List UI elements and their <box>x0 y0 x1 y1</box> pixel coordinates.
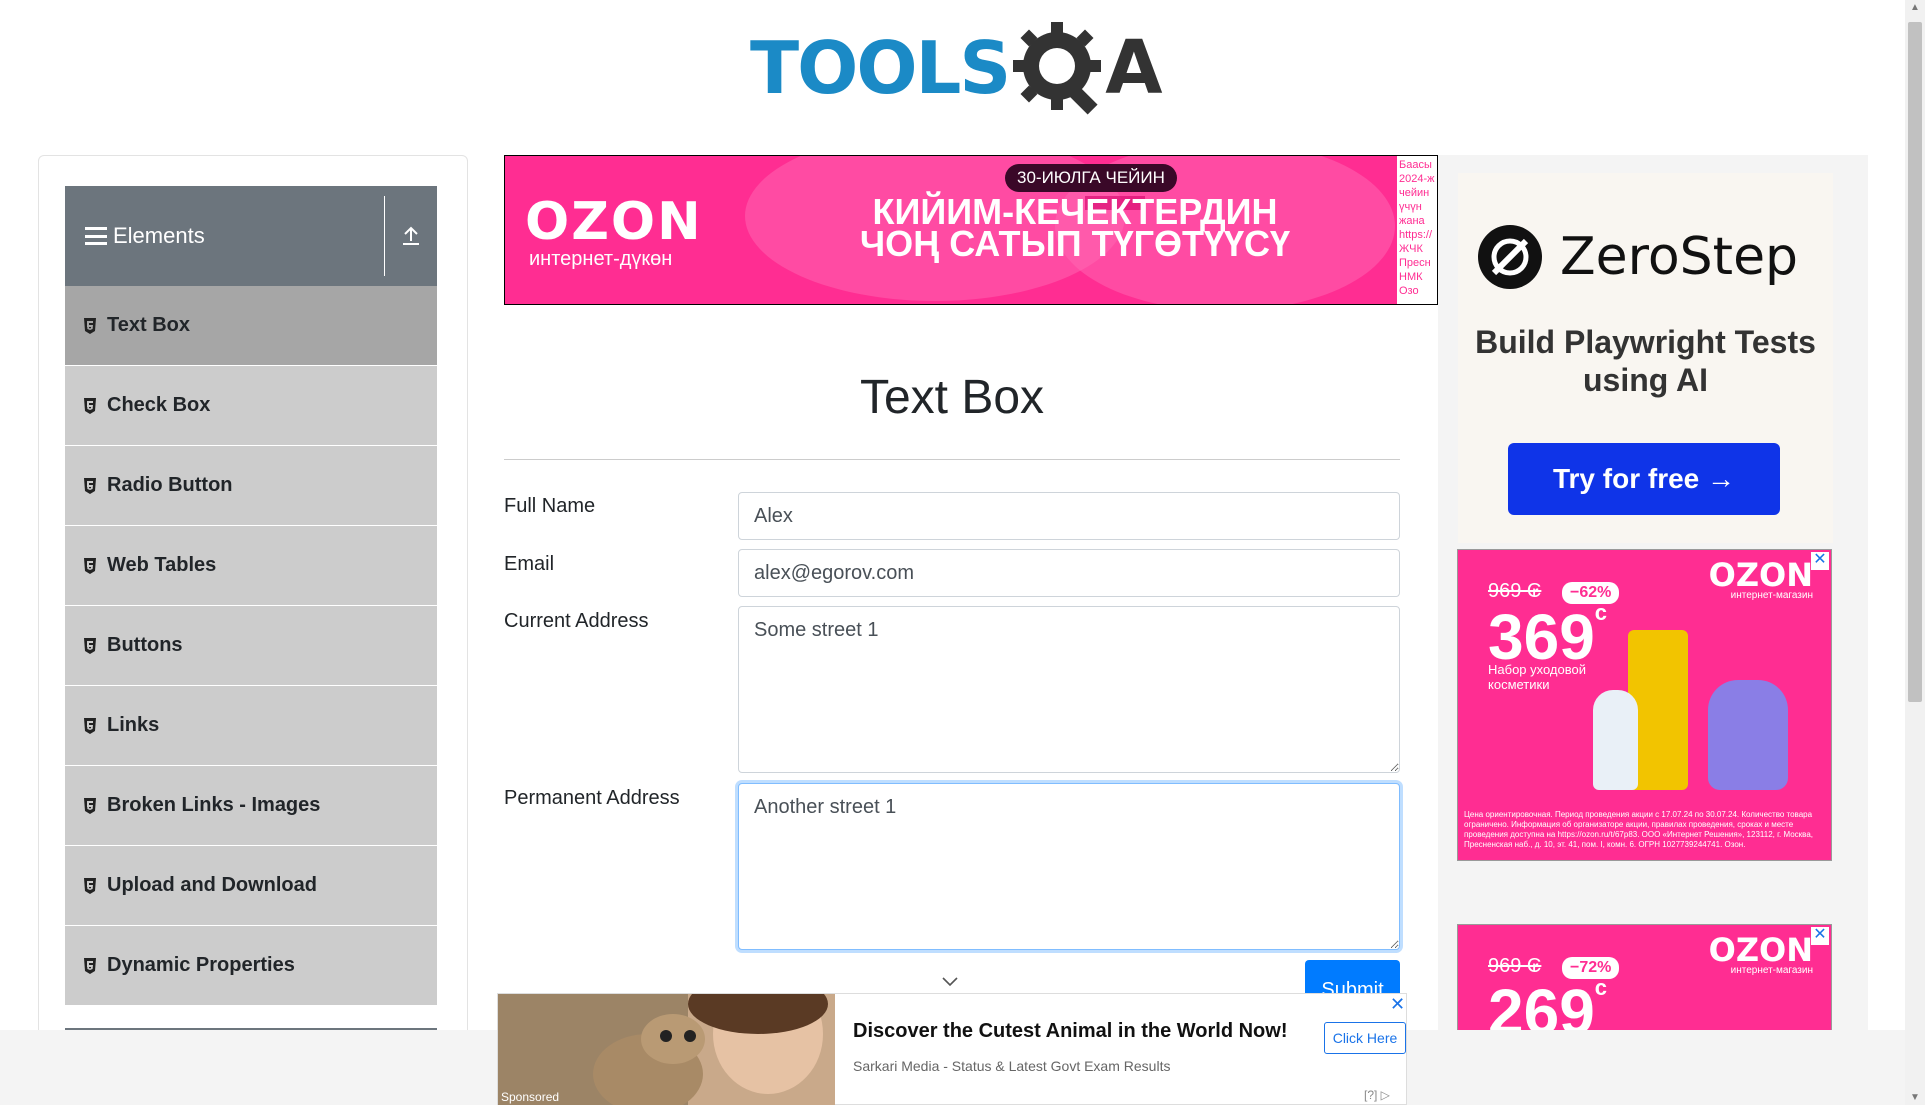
zerostep-name: ZeroStep <box>1560 227 1799 287</box>
html5-icon <box>84 877 96 894</box>
html5-icon <box>84 717 96 734</box>
sidebar-item-label: Buttons <box>107 634 183 656</box>
ad-source: Sarkari Media - Status & Latest Govt Exa… <box>853 1058 1171 1074</box>
ozon-subtitle: интернет-дүкөн <box>529 248 673 270</box>
group-title-label: Elements <box>113 223 205 248</box>
ozon-subtitle: интернет-магазин <box>1730 590 1813 601</box>
current-address-textarea[interactable]: Some street 1 <box>738 606 1400 773</box>
ad-info-icon[interactable]: [?] ▷ <box>1364 1088 1390 1102</box>
html5-icon <box>84 797 96 814</box>
ozon-promo-ad-1[interactable]: 969 ₢ −62% 369c OZON интернет-магазин На… <box>1457 549 1832 861</box>
sidebar-item-upload-and-download[interactable]: Upload and Download <box>65 846 437 926</box>
zerostep-ad[interactable]: ZeroStep Build Playwright Tests using AI… <box>1458 173 1833 543</box>
ozon-logo: OZON <box>1708 556 1813 594</box>
sidebar-item-dynamic-properties[interactable]: Dynamic Properties <box>65 926 437 1006</box>
zerostep-brand: ZeroStep <box>1476 223 1798 291</box>
scroll-up-arrow-icon[interactable]: ▲ <box>1910 2 1920 13</box>
ad-title[interactable]: Discover the Cutest Animal in the World … <box>853 1020 1288 1043</box>
ad-thumbnail[interactable]: Sponsored <box>498 994 835 1105</box>
permanent-address-label: Permanent Address <box>504 787 680 809</box>
hamburger-icon <box>85 227 107 245</box>
sidebar-item-web-tables[interactable]: Web Tables <box>65 526 437 606</box>
ad-headline: КИЙИМ-КЕЧЕКТЕРДИН ЧОҢ САТЫП ТҮГӨТҮҮСҮ <box>859 191 1291 264</box>
html5-icon <box>84 317 96 334</box>
sidebar-item-check-box[interactable]: Check Box <box>65 366 437 446</box>
left-panel: Elements Text Box Check Box Radio Button <box>38 155 468 1105</box>
meerkat-image <box>498 994 835 1105</box>
title-divider <box>504 459 1400 460</box>
html5-icon <box>84 957 96 974</box>
ad-side-text: Баасы 2024-ж чейин үчүн жана https:// ЖЧ… <box>1397 156 1437 304</box>
toolsqa-logo[interactable]: TOOLS A <box>750 18 1163 118</box>
email-label: Email <box>504 553 555 575</box>
promo-fine-print: Цена ориентировочная. Период проведения … <box>1464 810 1814 849</box>
promo-description: Набор уходовой косметики <box>1488 662 1587 692</box>
sidebar-item-label: Dynamic Properties <box>107 954 295 976</box>
page-title: Text Box <box>859 371 1045 424</box>
close-icon[interactable]: ✕ <box>1390 994 1405 1015</box>
collapse-toggle[interactable] <box>384 196 437 276</box>
zerostep-tagline: Build Playwright Tests using AI <box>1475 324 1816 398</box>
sidebar-item-links[interactable]: Links <box>65 686 437 766</box>
upload-arrow-icon <box>403 226 419 245</box>
zerostep-logo-icon <box>1478 225 1542 289</box>
email-input[interactable] <box>738 549 1400 597</box>
ad-close-icon[interactable]: ✕ <box>1811 927 1829 945</box>
html5-icon <box>84 637 96 654</box>
product-bottle-image <box>1708 680 1788 790</box>
sidebar-item-label: Broken Links - Images <box>107 794 321 816</box>
permanent-address-textarea[interactable]: Another street 1 <box>738 783 1400 950</box>
ozon-logo: OZON <box>1708 931 1813 969</box>
full-name-input[interactable] <box>738 492 1400 540</box>
group-title: Elements <box>65 223 384 249</box>
elements-group-header[interactable]: Elements <box>65 186 437 286</box>
ozon-logo: OZON <box>525 192 703 252</box>
gear-q-icon <box>1013 18 1105 118</box>
product-deodorant-image <box>1593 690 1638 790</box>
ad-info-label: [?] <box>1364 1088 1378 1102</box>
ozon-promo-ad-2[interactable]: 969 ₢ −72% 269c OZON интернет-магазин ✕ <box>1457 924 1832 1044</box>
html5-icon <box>84 557 96 574</box>
click-here-button[interactable]: Click Here <box>1324 1022 1406 1054</box>
html5-icon <box>84 397 96 414</box>
promo-currency: c <box>1594 600 1608 625</box>
chevron-down-icon[interactable] <box>940 975 960 989</box>
sidebar-menu: Text Box Check Box Radio Button Web Tabl… <box>65 286 437 1006</box>
sidebar-item-label: Links <box>107 714 160 736</box>
try-for-free-button[interactable]: Try for free → <box>1508 443 1780 515</box>
sidebar-item-buttons[interactable]: Buttons <box>65 606 437 686</box>
sidebar-item-label: Upload and Download <box>107 874 317 896</box>
full-name-label: Full Name <box>504 495 596 517</box>
logo-suffix: A <box>1105 25 1163 111</box>
ad-close-icon[interactable]: ✕ <box>1811 552 1829 570</box>
bottom-sponsored-ad[interactable]: Sponsored Discover the Cutest Animal in … <box>497 993 1407 1105</box>
html5-icon <box>84 477 96 494</box>
sidebar-item-label: Radio Button <box>107 474 233 496</box>
page: TOOLS A ▲ ▼ Elements Text Box Check Box … <box>0 0 1925 1105</box>
logo-text: TOOLS <box>750 26 1011 110</box>
scroll-down-arrow-icon[interactable]: ▼ <box>1910 1092 1920 1103</box>
ozon-subtitle: интернет-магазин <box>1730 965 1813 976</box>
sidebar-item-text-box[interactable]: Text Box <box>65 286 437 366</box>
promo-currency: c <box>1594 975 1608 1000</box>
top-banner-ad[interactable]: OZON интернет-дүкөн 30-ИЮЛГА ЧЕЙИН КИЙИМ… <box>504 155 1438 305</box>
sidebar-item-label: Web Tables <box>107 554 217 576</box>
sidebar-item-label: Text Box <box>107 314 190 336</box>
current-address-label: Current Address <box>504 610 649 632</box>
ad-date-badge: 30-ИЮЛГА ЧЕЙИН <box>1005 164 1177 192</box>
sidebar-item-radio-button[interactable]: Radio Button <box>65 446 437 526</box>
scrollbar-thumb[interactable] <box>1908 22 1922 702</box>
sponsored-label: Sponsored <box>501 1090 560 1104</box>
sidebar-item-broken-links-images[interactable]: Broken Links - Images <box>65 766 437 846</box>
sidebar-item-label: Check Box <box>107 394 211 416</box>
page-scrollbar[interactable]: ▲ ▼ <box>1905 0 1925 1105</box>
